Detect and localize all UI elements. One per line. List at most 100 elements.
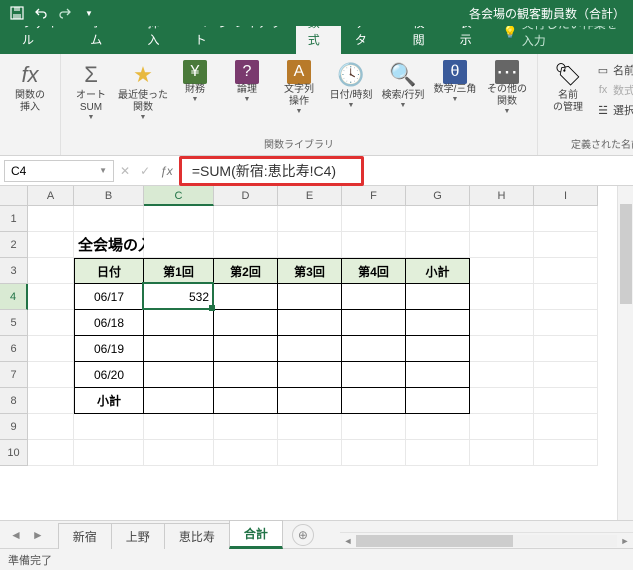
column-header[interactable]: A (28, 186, 74, 206)
scroll-thumb[interactable] (620, 204, 632, 304)
cell[interactable] (74, 414, 144, 440)
table-cell[interactable] (278, 388, 342, 414)
sheet-nav-next-icon[interactable]: ► (32, 528, 44, 542)
cell[interactable] (214, 232, 278, 258)
row-header[interactable]: 5 (0, 310, 28, 336)
row-header[interactable]: 4 (0, 284, 28, 310)
lookup-button[interactable]: 🔍 検索/行列 ▼ (379, 58, 427, 111)
cell[interactable] (406, 232, 470, 258)
column-header[interactable]: C (144, 186, 214, 206)
cell[interactable] (470, 336, 534, 362)
row-header[interactable]: 10 (0, 440, 28, 466)
select-all-corner[interactable] (0, 186, 28, 206)
sheet-nav-prev-icon[interactable]: ◄ (10, 528, 22, 542)
table-title-cell[interactable]: 全会場の入場者数の合計 (74, 232, 144, 258)
cell[interactable] (470, 310, 534, 336)
cell[interactable] (342, 440, 406, 466)
cell[interactable] (28, 440, 74, 466)
cell[interactable] (342, 414, 406, 440)
enter-icon[interactable]: ✓ (140, 164, 150, 178)
sheet-tab[interactable]: 新宿 (58, 523, 112, 549)
table-cell[interactable]: 06/19 (74, 336, 144, 362)
column-header[interactable]: I (534, 186, 598, 206)
table-header[interactable]: 第3回 (278, 258, 342, 284)
table-cell[interactable] (406, 362, 470, 388)
table-header[interactable]: 第2回 (214, 258, 278, 284)
cell[interactable] (470, 206, 534, 232)
cell[interactable] (342, 232, 406, 258)
table-cell[interactable] (278, 284, 342, 310)
sheet-tab-active[interactable]: 合計 (229, 520, 283, 549)
cell[interactable] (278, 232, 342, 258)
row-header[interactable]: 6 (0, 336, 28, 362)
insert-function-button[interactable]: fx 関数の 挿入 (6, 58, 54, 116)
cell[interactable] (406, 440, 470, 466)
table-cell[interactable]: 06/18 (74, 310, 144, 336)
row-header[interactable]: 9 (0, 414, 28, 440)
row-header[interactable]: 7 (0, 362, 28, 388)
autosum-button[interactable]: Σ オート SUM ▼ (67, 58, 115, 123)
row-header[interactable]: 1 (0, 206, 28, 232)
new-sheet-button[interactable]: ⊕ (292, 524, 314, 546)
name-box[interactable]: C4 ▼ (4, 160, 114, 182)
formula-input[interactable]: =SUM(新宿:恵比寿!C4) (179, 156, 364, 186)
horizontal-scrollbar[interactable]: ◄ ► (340, 532, 633, 548)
cell[interactable] (214, 414, 278, 440)
table-cell[interactable] (342, 336, 406, 362)
cell[interactable] (470, 258, 534, 284)
scroll-left-icon[interactable]: ◄ (340, 536, 356, 546)
vertical-scrollbar[interactable] (617, 186, 633, 520)
name-manager-button[interactable]: 🏷 名前 の管理 (544, 58, 592, 116)
financial-button[interactable]: ¥ 財務 ▼ (171, 58, 219, 105)
column-header[interactable]: F (342, 186, 406, 206)
table-header[interactable]: 第1回 (144, 258, 214, 284)
save-icon[interactable] (8, 4, 26, 22)
table-cell[interactable] (214, 388, 278, 414)
cell[interactable] (144, 232, 214, 258)
cell[interactable] (470, 440, 534, 466)
cell[interactable] (534, 414, 598, 440)
scroll-thumb[interactable] (356, 535, 513, 547)
cell[interactable] (534, 258, 598, 284)
cell[interactable] (144, 206, 214, 232)
cell[interactable] (470, 232, 534, 258)
cell[interactable] (406, 414, 470, 440)
cell[interactable] (534, 206, 598, 232)
cell[interactable] (342, 206, 406, 232)
cell[interactable] (28, 310, 74, 336)
cell[interactable] (74, 440, 144, 466)
table-cell[interactable] (214, 362, 278, 388)
fx-icon[interactable]: ƒx (160, 164, 173, 178)
define-name-button[interactable]: ▭ 名前の定義 (596, 60, 633, 80)
cell[interactable] (144, 440, 214, 466)
cell[interactable] (534, 284, 598, 310)
cell-area[interactable]: 全会場の入場者数の合計 日付 第1回 第2回 第3回 第4回 小計 06/17 (28, 206, 633, 520)
column-header[interactable]: H (470, 186, 534, 206)
cell[interactable] (144, 414, 214, 440)
cell[interactable] (28, 206, 74, 232)
cell[interactable] (470, 414, 534, 440)
cell[interactable] (74, 206, 144, 232)
column-header[interactable]: G (406, 186, 470, 206)
cell[interactable] (406, 206, 470, 232)
cell[interactable] (534, 440, 598, 466)
row-header[interactable]: 3 (0, 258, 28, 284)
cell[interactable] (278, 440, 342, 466)
spreadsheet-grid[interactable]: A B C D E F G H I 1 2 3 4 5 6 7 8 9 10 (0, 186, 633, 520)
cancel-icon[interactable]: ✕ (120, 164, 130, 178)
table-header[interactable]: 第4回 (342, 258, 406, 284)
cell[interactable] (28, 414, 74, 440)
table-header[interactable]: 日付 (74, 258, 144, 284)
table-cell[interactable] (278, 336, 342, 362)
cell[interactable] (534, 388, 598, 414)
table-cell[interactable] (278, 362, 342, 388)
undo-icon[interactable] (32, 4, 50, 22)
datetime-button[interactable]: 🕓 日付/時刻 ▼ (327, 58, 375, 111)
cell[interactable] (534, 336, 598, 362)
cell[interactable] (278, 414, 342, 440)
cell[interactable] (278, 206, 342, 232)
table-cell[interactable]: 06/20 (74, 362, 144, 388)
row-header[interactable]: 8 (0, 388, 28, 414)
cell[interactable] (214, 440, 278, 466)
scroll-right-icon[interactable]: ► (617, 536, 633, 546)
